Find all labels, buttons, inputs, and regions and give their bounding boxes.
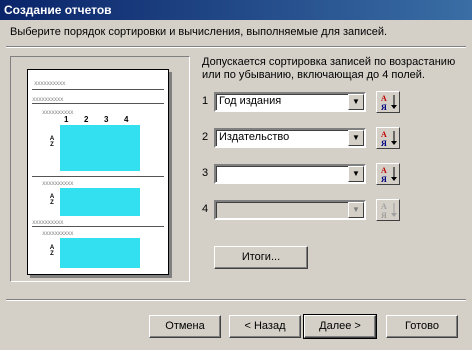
cancel-button[interactable]: Отмена xyxy=(149,315,221,338)
sort-ascending-icon: A Я xyxy=(381,94,397,111)
next-label: Далее > xyxy=(319,320,361,332)
preview-group-placeholder: xxxxxxxxxx xyxy=(32,96,64,103)
preview-col-number: 1 xyxy=(64,115,69,124)
chevron-down-icon[interactable]: ▼ xyxy=(348,166,364,182)
finish-label: Готово xyxy=(405,320,439,332)
report-preview: xxxxxxxxxx xxxxxxxxxx xxxxxxxxxx 1 2 3 4… xyxy=(10,56,190,282)
sort-row-number: 4 xyxy=(202,203,209,215)
sort-field-3-combobox[interactable]: ▼ xyxy=(214,164,366,184)
title-bar[interactable]: Создание отчетов xyxy=(0,0,472,20)
preview-page: xxxxxxxxxx xxxxxxxxxx xxxxxxxxxx 1 2 3 4… xyxy=(27,69,169,275)
svg-text:Я: Я xyxy=(381,175,387,183)
sort-field-4-combobox[interactable]: ▼ xyxy=(214,200,366,220)
preview-group-placeholder: xxxxxxxxxx xyxy=(32,219,64,226)
header-area: Выберите порядок сортировки и вычисления… xyxy=(0,20,472,46)
sort-field-2-value: Издательство xyxy=(219,131,290,143)
preview-col-number: 4 xyxy=(124,115,129,124)
sort-row-number: 2 xyxy=(202,131,209,143)
preview-rule xyxy=(32,89,164,90)
window-title: Создание отчетов xyxy=(4,3,112,17)
sort-description: Допускается сортировка записей по возрас… xyxy=(202,56,456,81)
sort-order-2-button[interactable]: A Я xyxy=(376,127,400,149)
preview-title-placeholder: xxxxxxxxxx xyxy=(34,80,66,87)
next-button[interactable]: Далее > xyxy=(303,314,377,339)
sort-row-number: 3 xyxy=(202,167,209,179)
preview-sorted-columns xyxy=(60,125,140,171)
sort-order-1-button[interactable]: A Я xyxy=(376,91,400,113)
preview-sort-az: A Z xyxy=(49,245,55,257)
preview-rule xyxy=(32,103,164,104)
sort-order-3-button[interactable]: A Я xyxy=(376,163,400,185)
summary-options-label: Итоги... xyxy=(241,251,281,263)
chevron-down-icon[interactable]: ▼ xyxy=(348,202,364,218)
preview-sort-az: A Z xyxy=(49,194,55,206)
summary-options-button[interactable]: Итоги... xyxy=(214,246,308,269)
sort-field-1-combobox[interactable]: Год издания ▼ xyxy=(214,92,366,112)
preview-sorted-columns xyxy=(60,188,140,216)
sort-field-1-value: Год издания xyxy=(219,95,282,107)
preview-sorted-columns xyxy=(60,238,140,268)
preview-sort-az: A Z xyxy=(49,136,55,148)
back-label: < Назад xyxy=(244,320,286,332)
preview-subgroup-placeholder: xxxxxxxxxx xyxy=(42,109,74,116)
preview-rule xyxy=(32,226,164,227)
preview-col-number: 2 xyxy=(84,115,89,124)
preview-subgroup-placeholder: xxxxxxxxxx xyxy=(42,230,74,237)
instruction-text: Выберите порядок сортировки и вычисления… xyxy=(10,26,388,38)
svg-text:Я: Я xyxy=(381,211,387,219)
svg-text:Я: Я xyxy=(381,103,387,111)
chevron-down-icon[interactable]: ▼ xyxy=(348,94,364,110)
svg-text:A: A xyxy=(381,94,387,103)
svg-text:A: A xyxy=(381,166,387,175)
finish-button[interactable]: Готово xyxy=(386,315,458,338)
sort-ascending-icon: A Я xyxy=(381,202,397,219)
svg-text:A: A xyxy=(381,130,387,139)
sort-ascending-icon: A Я xyxy=(381,130,397,147)
cancel-label: Отмена xyxy=(165,320,205,332)
preview-col-number: 3 xyxy=(104,115,109,124)
header-separator xyxy=(6,46,466,48)
svg-text:Я: Я xyxy=(381,139,387,147)
back-button[interactable]: < Назад xyxy=(229,315,301,338)
chevron-down-icon[interactable]: ▼ xyxy=(348,130,364,146)
sort-ascending-icon: A Я xyxy=(381,166,397,183)
sort-field-2-combobox[interactable]: Издательство ▼ xyxy=(214,128,366,148)
preview-subgroup-placeholder: xxxxxxxxxx xyxy=(42,180,74,187)
svg-text:A: A xyxy=(381,202,387,211)
footer-separator xyxy=(6,299,466,301)
sort-row-number: 1 xyxy=(202,95,209,107)
preview-rule xyxy=(32,176,164,177)
sort-order-4-button[interactable]: A Я xyxy=(376,199,400,221)
